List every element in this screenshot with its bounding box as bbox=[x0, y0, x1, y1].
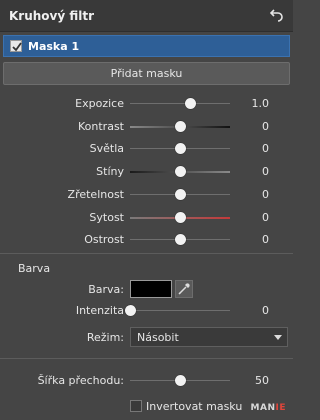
feather-width-slider-thumb[interactable] bbox=[175, 375, 186, 386]
mask-item[interactable]: Maska 1 bbox=[3, 35, 290, 57]
saturation-slider-thumb[interactable] bbox=[175, 211, 186, 223]
saturation-value: 0 bbox=[262, 210, 269, 224]
panel-title: Kruhový filtr bbox=[9, 9, 95, 23]
shadows-slider-row: Stíny 0 bbox=[0, 163, 293, 181]
sharpness-slider-row: Ostrost 0 bbox=[0, 231, 293, 249]
watermark-logo: MANIE bbox=[250, 403, 286, 413]
panel-header: Kruhový filtr bbox=[0, 0, 293, 32]
sharpness-value: 0 bbox=[262, 233, 269, 247]
blend-mode-value: Násobit bbox=[137, 331, 179, 344]
highlights-slider-thumb[interactable] bbox=[175, 143, 186, 155]
color-row: Barva: bbox=[0, 279, 293, 299]
add-mask-button[interactable]: Přidat masku bbox=[3, 62, 290, 85]
invert-mask-label: Invertovat masku bbox=[146, 400, 243, 413]
saturation-label: Sytost bbox=[89, 210, 124, 224]
exposure-value: 1.0 bbox=[251, 97, 270, 110]
chevron-down-icon bbox=[274, 335, 282, 340]
contrast-value: 0 bbox=[262, 119, 269, 133]
contrast-label: Kontrast bbox=[78, 119, 124, 133]
divider bbox=[0, 253, 293, 254]
sharpness-slider-thumb[interactable] bbox=[175, 234, 186, 246]
color-section-title: Barva bbox=[18, 262, 51, 275]
blend-mode-select[interactable]: Násobit bbox=[130, 327, 288, 347]
intensity-label: Intenzita bbox=[75, 304, 124, 317]
divider bbox=[0, 358, 293, 359]
invert-row: Invertovat masku bbox=[0, 398, 293, 416]
saturation-slider-row: Sytost 0 bbox=[0, 209, 293, 227]
undo-arrow-icon[interactable] bbox=[269, 8, 284, 22]
clarity-label: Zřetelnost bbox=[67, 187, 124, 201]
shadows-label: Stíny bbox=[96, 165, 124, 179]
intensity-slider-thumb[interactable] bbox=[125, 305, 136, 316]
feather-width-slider-row: Šířka přechodu: 50 bbox=[0, 372, 293, 390]
intensity-slider-row: Intenzita 0 bbox=[0, 302, 293, 320]
highlights-slider-row: Světla 0 bbox=[0, 140, 293, 158]
mode-label: Režim: bbox=[86, 331, 124, 344]
clarity-slider-thumb[interactable] bbox=[175, 188, 186, 200]
exposure-label: Expozice bbox=[75, 97, 124, 110]
shadows-slider-thumb[interactable] bbox=[175, 166, 186, 178]
clarity-value: 0 bbox=[262, 187, 269, 201]
highlights-label: Světla bbox=[89, 142, 124, 156]
intensity-value: 0 bbox=[262, 304, 269, 317]
mask-checkbox[interactable] bbox=[10, 40, 22, 52]
highlights-value: 0 bbox=[262, 142, 269, 156]
contrast-slider-thumb[interactable] bbox=[175, 120, 186, 132]
invert-mask-checkbox[interactable] bbox=[130, 400, 142, 412]
eyedropper-icon[interactable] bbox=[175, 280, 193, 298]
clarity-slider-row: Zřetelnost 0 bbox=[0, 186, 293, 204]
mode-row: Režim: Násobit bbox=[0, 327, 293, 347]
shadows-value: 0 bbox=[262, 165, 269, 179]
color-swatch[interactable] bbox=[130, 280, 172, 298]
feather-width-label: Šířka přechodu: bbox=[37, 374, 124, 387]
sharpness-label: Ostrost bbox=[84, 233, 124, 247]
exposure-slider-row: Expozice 1.0 bbox=[0, 95, 293, 113]
exposure-slider-thumb[interactable] bbox=[185, 98, 196, 109]
intensity-slider-track[interactable] bbox=[130, 310, 230, 311]
mask-label: Maska 1 bbox=[28, 40, 80, 53]
contrast-slider-row: Kontrast 0 bbox=[0, 118, 293, 136]
feather-width-value: 50 bbox=[255, 374, 269, 387]
exposure-slider-track[interactable] bbox=[130, 103, 230, 104]
color-label: Barva: bbox=[88, 283, 124, 296]
